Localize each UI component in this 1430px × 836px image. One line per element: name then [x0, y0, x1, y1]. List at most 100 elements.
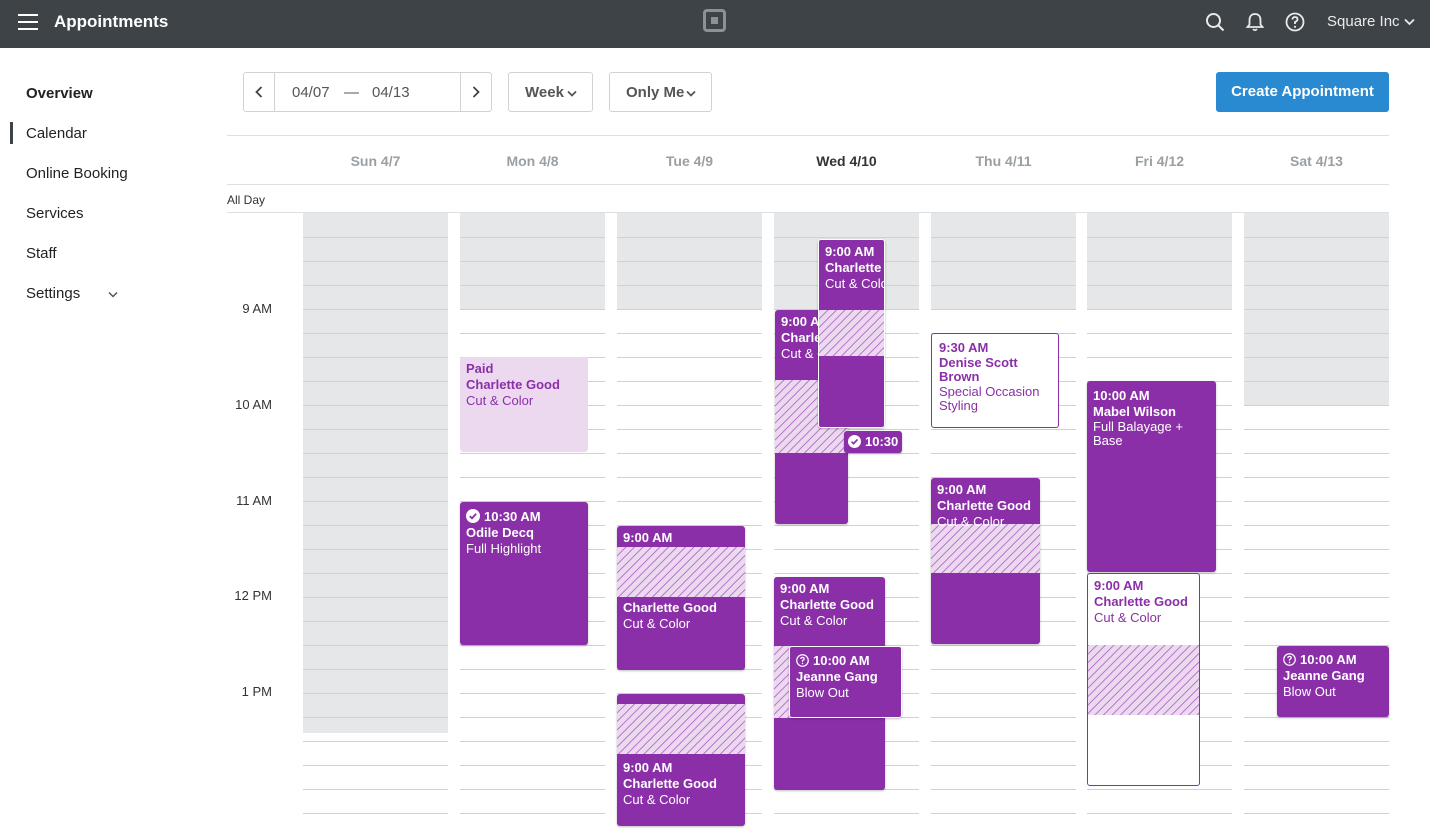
- day-header-wed[interactable]: Wed 4/10: [774, 153, 919, 169]
- sidebar-item-calendar[interactable]: Calendar: [26, 125, 87, 142]
- day-header-sun[interactable]: Sun 4/7: [303, 153, 448, 169]
- time-slot-line: [1087, 789, 1232, 790]
- appointment-card[interactable]: 9:30 AM Denise Scott Brown Special Occas…: [931, 333, 1059, 428]
- day-column-sun[interactable]: [303, 213, 448, 836]
- account-name: Square Inc: [1327, 13, 1400, 30]
- appointment-card[interactable]: 9:00 AM Charlette Good Cut & Color: [617, 694, 745, 826]
- appointment-client: Charlette Good: [466, 377, 560, 392]
- time-slot-line: [1087, 261, 1232, 262]
- time-slot-line: [1087, 309, 1232, 310]
- time-slot-line: [303, 693, 448, 694]
- chevron-down-icon: [108, 291, 118, 298]
- processing-time: [617, 704, 745, 754]
- time-slot-line: [460, 765, 605, 766]
- time-slot-line: [460, 741, 605, 742]
- appointment-client: Mabel Wilson: [1093, 404, 1176, 419]
- time-slot-line: [931, 645, 1076, 646]
- time-slot-line: [303, 789, 448, 790]
- time-slot-line: [1244, 621, 1389, 622]
- appointment-card[interactable]: 9:00 AM Charlette Good Cut & Color: [1087, 573, 1200, 786]
- hour-label: 11 AM: [236, 493, 272, 508]
- appointment-service: Full Highlight: [466, 541, 542, 556]
- appointment-service: Cut & Color: [466, 393, 534, 408]
- date-from[interactable]: 04/07: [292, 84, 330, 101]
- appointment-service: Cut & Color: [623, 792, 691, 807]
- day-header-tue[interactable]: Tue 4/9: [617, 153, 762, 169]
- day-header-mon[interactable]: Mon 4/8: [460, 153, 605, 169]
- help-icon[interactable]: [1285, 12, 1305, 32]
- time-slot-line: [1244, 357, 1389, 358]
- time-slot-line: [303, 285, 448, 286]
- hour-label: 12 PM: [234, 588, 272, 603]
- appointment-service: Blow Out: [1283, 684, 1336, 699]
- time-slot-line: [617, 357, 762, 358]
- time-slot-line: [303, 549, 448, 550]
- view-dropdown[interactable]: Week: [508, 72, 593, 112]
- time-slot-line: [460, 237, 605, 238]
- account-menu[interactable]: Square Inc: [1327, 13, 1415, 30]
- question-circle-icon: [1283, 653, 1296, 666]
- prev-week-button[interactable]: [244, 73, 275, 111]
- bell-icon[interactable]: [1245, 12, 1265, 32]
- time-slot-line: [931, 261, 1076, 262]
- appointment-card[interactable]: 10:00 AM Mabel Wilson Full Balayage + Ba…: [1087, 381, 1216, 572]
- staff-filter-dropdown[interactable]: Only Me: [609, 72, 712, 112]
- appointment-card[interactable]: 10:30: [844, 431, 902, 453]
- appointment-card[interactable]: 10:30 AM Odile Decq Full Highlight: [460, 502, 588, 645]
- check-circle-icon: [466, 509, 480, 523]
- time-slot-line: [1244, 477, 1389, 478]
- time-slot-line: [774, 813, 919, 814]
- appointment-service: Cut & Color: [825, 276, 884, 291]
- divider: [227, 184, 1389, 185]
- time-slot-line: [617, 477, 762, 478]
- processing-time: [931, 524, 1040, 573]
- appointment-client: Charlette G: [825, 260, 884, 275]
- time-slot-line: [303, 453, 448, 454]
- appointment-card[interactable]: 9:00 AM Charlette Good Cut & Color: [617, 526, 745, 670]
- date-to[interactable]: 04/13: [372, 84, 410, 101]
- time-slot-line: [1087, 813, 1232, 814]
- date-separator: —: [344, 84, 359, 101]
- sidebar-item-overview[interactable]: Overview: [26, 85, 93, 102]
- appointment-time: 9:00 AM: [825, 244, 875, 259]
- next-week-button[interactable]: [460, 73, 491, 111]
- appointment-card[interactable]: Paid Charlette Good Cut & Color: [460, 357, 588, 452]
- square-logo-icon: [703, 9, 726, 32]
- create-appointment-button[interactable]: Create Appointment: [1216, 72, 1389, 112]
- day-header-sat[interactable]: Sat 4/13: [1244, 153, 1389, 169]
- sidebar-item-settings[interactable]: Settings: [26, 285, 118, 302]
- time-slot-line: [1087, 285, 1232, 286]
- time-slot-line: [1244, 381, 1389, 382]
- time-slot-line: [1244, 789, 1389, 790]
- time-slot-line: [303, 381, 448, 382]
- day-header-thu[interactable]: Thu 4/11: [931, 153, 1076, 169]
- sidebar-item-services[interactable]: Services: [26, 205, 84, 222]
- day-column-sat[interactable]: [1244, 213, 1389, 836]
- appointment-card[interactable]: 10:00 AM Jeanne Gang Blow Out: [789, 646, 902, 718]
- search-icon[interactable]: [1205, 12, 1225, 32]
- appointment-time: 9:00 AM: [937, 482, 987, 497]
- time-slot-line: [460, 693, 605, 694]
- time-slot-line: [303, 429, 448, 430]
- time-slot-line: [303, 813, 448, 814]
- appointment-status: Paid: [466, 361, 494, 376]
- time-slot-line: [1244, 741, 1389, 742]
- appointment-service: Blow Out: [796, 685, 849, 700]
- appointment-card[interactable]: 10:00 AM Jeanne Gang Blow Out: [1277, 646, 1389, 717]
- time-slot-line: [1087, 333, 1232, 334]
- day-header-fri[interactable]: Fri 4/12: [1087, 153, 1232, 169]
- sidebar-item-online-booking[interactable]: Online Booking: [26, 165, 128, 182]
- processing-time: [1088, 645, 1199, 715]
- appointment-client: Jeanne Gang: [1283, 668, 1365, 683]
- appointment-client: Charlette Good: [937, 498, 1031, 513]
- appointment-card[interactable]: 9:00 AM Charlette G Cut & Color: [818, 239, 885, 428]
- appointment-card[interactable]: 9:00 AM Charlette Good Cut & Color: [931, 478, 1040, 644]
- appointment-time: 9:00 AM: [623, 530, 673, 545]
- time-slot-line: [617, 237, 762, 238]
- menu-icon[interactable]: [18, 14, 38, 30]
- sidebar-item-staff[interactable]: Staff: [26, 245, 57, 262]
- time-slot-line: [460, 453, 605, 454]
- time-slot-line: [1087, 237, 1232, 238]
- time-slot-line: [617, 285, 762, 286]
- time-slot-line: [460, 789, 605, 790]
